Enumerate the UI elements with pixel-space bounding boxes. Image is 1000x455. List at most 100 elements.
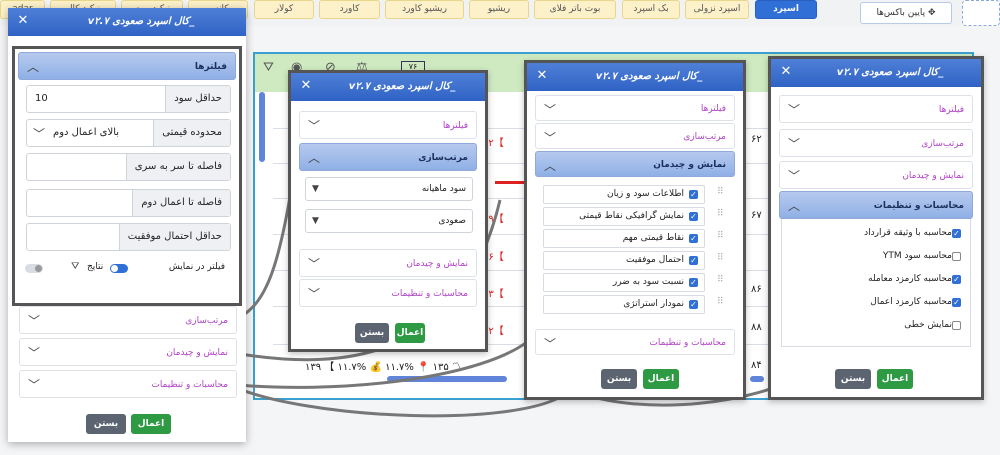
- close-button[interactable]: بستن: [601, 369, 637, 389]
- apply-button[interactable]: اعمال: [395, 323, 425, 343]
- list-item[interactable]: نقاط قیمتی مهم ✓: [543, 229, 705, 248]
- section-display[interactable]: نمایش و چیدمان ﹀: [19, 338, 237, 366]
- chevron-down-icon: ﹀: [308, 287, 321, 301]
- list-item[interactable]: نسبت سود به ضرر ✓: [543, 273, 705, 292]
- horizontal-scrollbar[interactable]: [387, 376, 507, 382]
- section-calc[interactable]: محاسبات و تنظیمات ﹀: [299, 279, 477, 307]
- cell-value: ۶۲: [751, 134, 762, 145]
- list-item[interactable]: نمایش گرافیکی نقاط قیمتی ✓: [543, 207, 705, 226]
- setting-label: محاسبه با وثیقه قرارداد: [864, 228, 952, 238]
- min-success-probability-field[interactable]: حداقل احتمال موفقیت: [26, 223, 231, 251]
- boxes-down-button[interactable]: ✥ پایین باکس‌ها: [860, 2, 952, 24]
- checkbox[interactable]: [952, 252, 961, 261]
- checkbox[interactable]: ✓: [689, 190, 698, 199]
- filter-icon: ⛛: [71, 261, 80, 272]
- apply-button[interactable]: اعمال: [131, 414, 171, 434]
- drag-handle-icon[interactable]: ⠿: [717, 209, 724, 219]
- panel-title: _کال اسپرد صعودی v۲.۷: [595, 71, 703, 82]
- checkbox[interactable]: ✓: [952, 275, 961, 284]
- checkbox[interactable]: ✓: [689, 256, 698, 265]
- close-button[interactable]: بستن: [835, 369, 871, 389]
- section-calc[interactable]: محاسبات و تنظیمات ﹀: [535, 329, 735, 355]
- list-item[interactable]: اطلاعات سود و زیان ✓: [543, 185, 705, 204]
- section-calc[interactable]: محاسبات و تنظیمات ﹀: [19, 370, 237, 398]
- drag-handle-icon[interactable]: ⠿: [717, 231, 724, 241]
- tab-back-spread[interactable]: بک اسپرد: [622, 0, 680, 19]
- vertical-scrollbar[interactable]: [259, 92, 265, 162]
- close-button[interactable]: بستن: [86, 414, 126, 434]
- section-filters[interactable]: فیلترها ﹀: [779, 95, 973, 123]
- chevron-down-icon: ﹀: [788, 103, 801, 117]
- close-icon[interactable]: ✕: [299, 79, 313, 93]
- section-filters[interactable]: فیلترها ﹀: [299, 111, 477, 139]
- chevron-down-icon: ﹀: [28, 378, 41, 392]
- drag-handle-icon[interactable]: ⠿: [717, 187, 724, 197]
- sort-order-select[interactable]: صعودی ▼: [305, 209, 473, 233]
- cell-value: ۸۴: [751, 360, 762, 371]
- filter-icon[interactable]: ⛛: [263, 60, 274, 75]
- section-display[interactable]: نمایش و چیدمان ﹀: [299, 249, 477, 277]
- checkbox[interactable]: ✓: [689, 234, 698, 243]
- caret-down-icon: ▼: [312, 184, 319, 194]
- setting-label: محاسبه سود YTM: [882, 251, 952, 261]
- checkbox[interactable]: ✓: [689, 212, 698, 221]
- section-calc-open[interactable]: محاسبات و تنظیمات ︿: [779, 191, 973, 219]
- filter-in-view-toggle[interactable]: [25, 264, 43, 273]
- chevron-down-icon: ﹀: [308, 257, 321, 271]
- checkbox[interactable]: ✓: [952, 229, 961, 238]
- section-sort[interactable]: مرتب‌سازی ﹀: [779, 129, 973, 157]
- cell-value: ۶۷: [751, 210, 762, 221]
- chevron-up-icon: ︿: [544, 159, 557, 173]
- second-strike-distance-field[interactable]: فاصله تا اعمال دوم: [26, 189, 231, 217]
- drag-handle-icon[interactable]: ⠿: [717, 297, 724, 307]
- add-box-button[interactable]: [962, 0, 1000, 26]
- section-display[interactable]: نمایش و چیدمان ﹀: [779, 161, 973, 189]
- close-icon[interactable]: ✕: [16, 14, 30, 28]
- close-icon[interactable]: ✕: [535, 69, 549, 83]
- min-profit-field[interactable]: حداقل سود 10: [26, 85, 231, 113]
- filters-body: فیلترها ︿ حداقل سود 10 محدوده قیمتی بالا…: [12, 46, 242, 306]
- panel-title: _کال اسپرد صعودی v۲.۷: [87, 16, 195, 27]
- section-display-open[interactable]: نمایش و چیدمان ︿: [535, 151, 735, 177]
- price-bar: [495, 181, 525, 184]
- horizontal-scrollbar-2[interactable]: [750, 376, 764, 382]
- list-item[interactable]: نمودار استراتژی ✓: [543, 295, 705, 314]
- breakeven-distance-field[interactable]: فاصله تا سر به سری: [26, 153, 231, 181]
- close-icon[interactable]: ✕: [779, 65, 793, 79]
- apply-button[interactable]: اعمال: [643, 369, 679, 389]
- checkbox[interactable]: ✓: [689, 300, 698, 309]
- section-sort[interactable]: مرتب‌سازی ﹀: [535, 123, 735, 149]
- drag-handle-icon[interactable]: ⠿: [717, 253, 724, 263]
- checkbox[interactable]: ✓: [689, 278, 698, 287]
- tab-butterfly[interactable]: بوت باتر فلای: [534, 0, 616, 19]
- section-filters[interactable]: فیلترها ﹀: [535, 95, 735, 121]
- caret-down-icon: ▼: [312, 216, 319, 226]
- section-sort-open[interactable]: مرتب‌سازی ︿: [299, 143, 477, 171]
- checkbox[interactable]: ✓: [952, 298, 961, 307]
- cell-value: ۸۸: [751, 322, 762, 333]
- chevron-down-icon: ﹀: [28, 314, 41, 328]
- sort-panel: _کال اسپرد صعودی v۲.۷ ✕ فیلترها ﹀ مرتب‌س…: [288, 70, 488, 352]
- chevron-down-icon: ﹀: [28, 346, 41, 360]
- close-button[interactable]: بستن: [355, 323, 389, 343]
- chevron-down-icon: ﹀: [33, 127, 46, 141]
- filters-panel: _کال اسپرد صعودی v۲.۷ ✕ فیلترها ︿ حداقل …: [8, 8, 246, 442]
- drag-handle-icon[interactable]: ⠿: [717, 275, 724, 285]
- setting-label: نمایش خطی: [904, 320, 952, 330]
- tab-bear-spread[interactable]: اسپرد نزولی: [685, 0, 749, 19]
- sort-field-select[interactable]: سود ماهیانه ▼: [305, 177, 473, 201]
- tab-ratio-covered[interactable]: ریشیو کاورد: [385, 0, 464, 19]
- checkbox[interactable]: [952, 321, 961, 330]
- chevron-down-icon: ﹀: [788, 169, 801, 183]
- tab-spread[interactable]: اسپرد: [755, 0, 817, 19]
- tab-collar[interactable]: کولار: [254, 0, 314, 19]
- tab-covered[interactable]: کاورد: [319, 0, 380, 19]
- price-range-select[interactable]: محدوده قیمتی بالای اعمال دوم ﹀: [26, 119, 231, 147]
- section-sort[interactable]: مرتب‌سازی ﹀: [19, 306, 237, 334]
- filters-section-header[interactable]: فیلترها ︿: [18, 52, 236, 80]
- list-item[interactable]: احتمال موفقیت ✓: [543, 251, 705, 270]
- results-toggle[interactable]: [110, 264, 128, 273]
- apply-button[interactable]: اعمال: [877, 369, 913, 389]
- tab-ratio[interactable]: ریشیو: [469, 0, 529, 19]
- chevron-down-icon: ﹀: [788, 137, 801, 151]
